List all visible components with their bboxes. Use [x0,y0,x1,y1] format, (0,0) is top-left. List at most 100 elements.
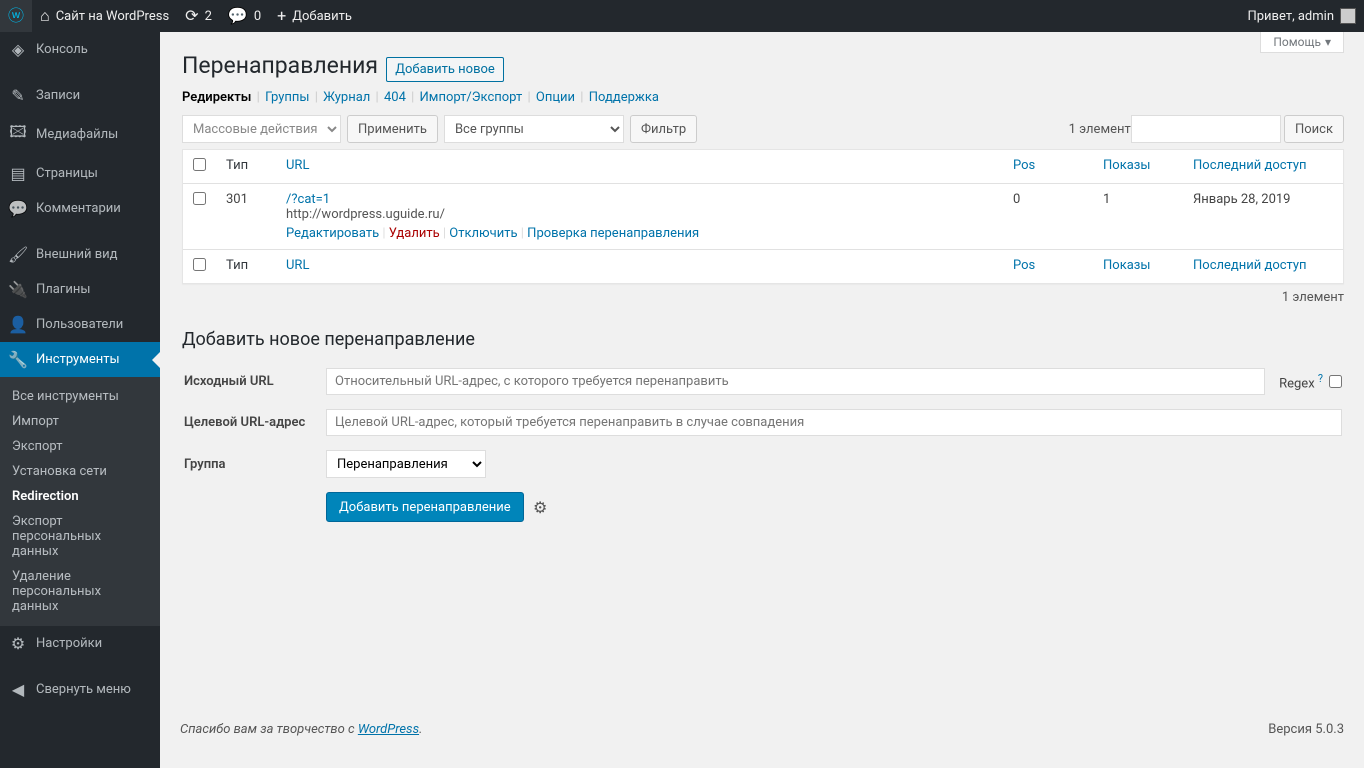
search-button[interactable]: Поиск [1284,115,1344,143]
my-account-link[interactable]: Привет, admin [1239,0,1364,32]
target-url-input[interactable] [326,409,1342,436]
row-target: http://wordpress.uguide.ru/ [286,207,445,222]
regex-label-text: Regex [1279,376,1315,391]
col-type-foot: Тип [216,249,276,283]
add-new-label: Добавить [292,9,352,24]
subnav-support[interactable]: Поддержка [589,90,659,105]
menu-comments-label: Комментарии [36,201,121,216]
footer-version: Версия 5.0.3 [1268,722,1344,737]
menu-pages-label: Страницы [36,166,98,181]
pages-icon: ▤ [8,164,28,183]
source-url-input[interactable] [326,368,1265,395]
page-title: Перенаправления [182,52,378,79]
select-all-top[interactable] [193,158,206,171]
row-url-link[interactable]: /?cat=1 [286,192,330,207]
action-disable[interactable]: Отключить [449,226,517,241]
submenu-redirection[interactable]: Redirection [0,484,160,509]
wordpress-icon: ⓦ [8,8,24,24]
add-new-button[interactable]: Добавить новое [386,57,504,82]
media-icon: 🖾 [8,121,28,148]
add-new-link[interactable]: + Добавить [269,0,360,32]
user-icon: 👤 [8,315,28,334]
redirects-table: Тип URL Pos Показы Последний доступ 301 … [182,149,1344,284]
target-url-label: Целевой URL-адрес [184,403,324,442]
subnav-404[interactable]: 404 [384,90,406,105]
submenu-network-setup[interactable]: Установка сети [0,459,160,484]
comments-icon: 💬 [228,8,248,24]
add-form: Исходный URL Regex ? Целевой URL-адрес Г… [182,360,1344,530]
site-name-link[interactable]: ⌂Сайт на WordPress [32,0,177,32]
apply-button[interactable]: Применить [347,115,438,143]
action-edit[interactable]: Редактировать [286,226,379,241]
group-select[interactable]: Перенаправления [326,450,486,478]
col-url[interactable]: URL [276,150,1003,184]
menu-appearance[interactable]: 🖌Внешний вид [0,237,160,272]
subnav-options[interactable]: Опции [536,90,575,105]
col-url-foot[interactable]: URL [276,249,1003,283]
menu-tools[interactable]: 🔧 Инструменты [0,342,160,377]
menu-users[interactable]: 👤 Пользователи [0,307,160,342]
row-checkbox[interactable] [193,192,206,205]
col-pos-foot[interactable]: Pos [1003,249,1093,283]
item-count-bottom: 1 элемент [1282,290,1344,305]
row-actions: Редактировать | Удалить | Отключить | Пр… [286,226,993,241]
home-icon: ⌂ [40,8,50,24]
add-redirect-button[interactable]: Добавить перенаправление [326,492,524,522]
submenu-import[interactable]: Импорт [0,409,160,434]
menu-comments[interactable]: 💬Комментарии [0,191,160,226]
col-hits-foot[interactable]: Показы [1093,249,1183,283]
subnav-redirects[interactable]: Редиректы [182,90,251,105]
select-all-bottom[interactable] [193,258,206,271]
submenu-export-personal[interactable]: Экспорт персональных данных [0,509,160,564]
menu-pages[interactable]: ▤ Страницы [0,156,160,191]
row-hits: 1 [1093,184,1183,249]
menu-users-label: Пользователи [36,317,123,332]
table-row: 301 /?cat=1 http://wordpress.uguide.ru/ … [183,184,1343,249]
search-input[interactable] [1131,115,1281,143]
regex-checkbox[interactable] [1329,375,1342,388]
brush-icon: 🖌 [8,245,28,264]
col-last-access[interactable]: Последний доступ [1183,150,1343,184]
item-count-top: 1 элемент [1069,122,1131,137]
add-form-heading: Добавить новое перенаправление [182,329,1344,350]
menu-media[interactable]: 🖾Медиафайлы [0,113,160,156]
comments-link[interactable]: 💬0 [220,0,269,32]
col-type: Тип [216,150,276,184]
updates-link[interactable]: ⟳2 [177,0,220,32]
submenu-export[interactable]: Экспорт [0,434,160,459]
col-last-foot[interactable]: Последний доступ [1183,249,1343,283]
admin-toolbar: ⓦ ⌂Сайт на WordPress ⟳2 💬0 + Добавить При… [0,0,1364,32]
col-hits[interactable]: Показы [1093,150,1183,184]
menu-posts[interactable]: ✎ Записи [0,78,160,113]
greeting-label: Привет, admin [1247,9,1334,24]
wrench-icon: 🔧 [8,350,28,369]
menu-posts-label: Записи [36,88,80,103]
subnav-import-export[interactable]: Импорт/Экспорт [420,90,523,105]
action-check[interactable]: Проверка перенаправления [527,226,699,241]
menu-settings[interactable]: ⚙Настройки [0,626,160,661]
subnav-log[interactable]: Журнал [323,90,370,105]
regex-help-icon[interactable]: ? [1318,372,1323,385]
col-pos[interactable]: Pos [1003,150,1093,184]
submenu-erase-personal[interactable]: Удаление персональных данных [0,564,160,619]
menu-dashboard[interactable]: ◈Консоль [0,32,160,67]
footer-wordpress-link[interactable]: WordPress [358,722,419,737]
submenu-all-tools[interactable]: Все инструменты [0,384,160,409]
action-delete[interactable]: Удалить [389,226,440,241]
filter-button[interactable]: Фильтр [630,115,697,143]
group-filter-select[interactable]: Все группы [444,115,624,143]
menu-collapse[interactable]: ◀Свернуть меню [0,672,160,707]
settings-icon: ⚙ [8,634,28,653]
pin-icon: ✎ [8,86,28,105]
sub-nav: Редиректы | Группы | Журнал | 404 | Импо… [182,90,1344,105]
bulk-actions-select[interactable]: Массовые действия [182,115,341,143]
footer: Спасибо вам за творчество с WordPress. В… [160,712,1364,747]
menu-plugins[interactable]: 🔌Плагины [0,272,160,307]
plus-icon: + [277,8,286,24]
subnav-groups[interactable]: Группы [265,90,309,105]
wp-logo-link[interactable]: ⓦ [0,0,32,32]
dashboard-icon: ◈ [8,40,28,59]
menu-tools-label: Инструменты [36,352,120,367]
gear-icon[interactable]: ⚙ [533,498,547,517]
row-pos: 0 [1003,184,1093,249]
